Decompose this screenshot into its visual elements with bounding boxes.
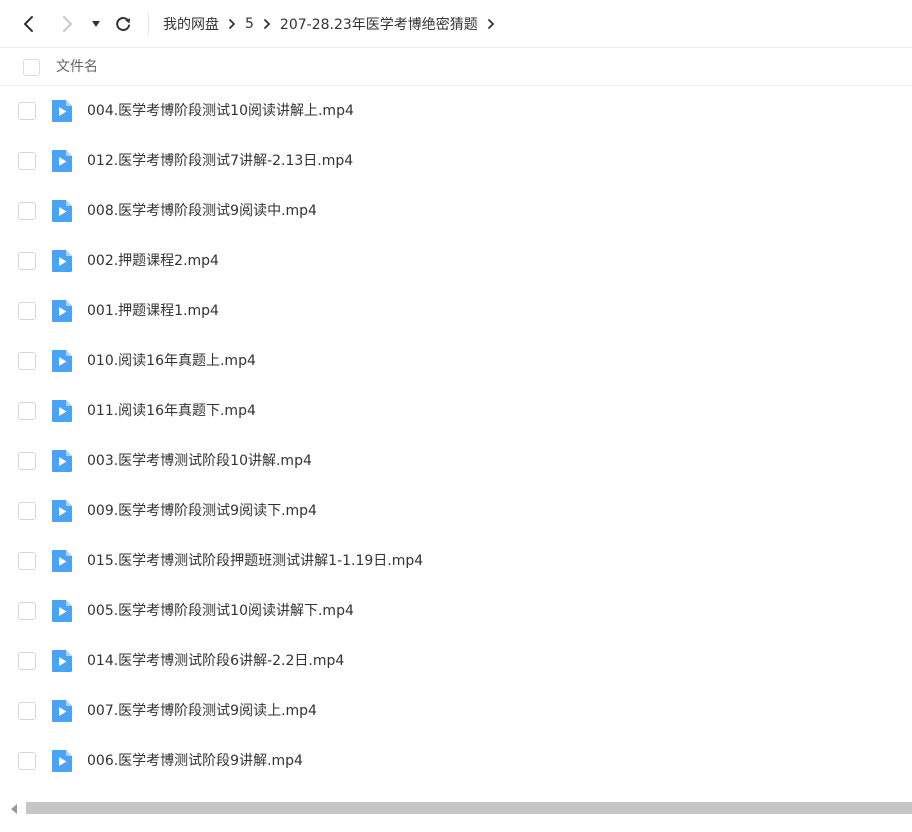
- video-file-icon: [52, 400, 72, 422]
- video-file-icon: [52, 600, 72, 622]
- file-checkbox[interactable]: [18, 502, 36, 520]
- file-name[interactable]: 005.医学考博阶段测试10阅读讲解下.mp4: [87, 586, 354, 636]
- video-file-icon: [52, 350, 72, 372]
- file-name[interactable]: 010.阅读16年真题上.mp4: [87, 336, 256, 386]
- video-file-icon: [52, 150, 72, 172]
- file-row[interactable]: 008.医学考博阶段测试9阅读中.mp4: [0, 186, 912, 236]
- refresh-icon: [116, 17, 131, 31]
- video-file-icon: [52, 300, 72, 322]
- file-manager-window: 我的网盘 5 207-28.23年医学考博绝密猜题 文件名 004.医学考博阶段…: [0, 0, 912, 832]
- video-file-icon: [52, 450, 72, 472]
- column-header-filename[interactable]: 文件名: [56, 48, 98, 86]
- file-name[interactable]: 008.医学考博阶段测试9阅读中.mp4: [87, 186, 317, 236]
- scroll-left-arrow[interactable]: [8, 802, 20, 816]
- file-checkbox[interactable]: [18, 152, 36, 170]
- file-row[interactable]: 012.医学考博阶段测试7讲解-2.13日.mp4: [0, 136, 912, 186]
- file-checkbox[interactable]: [18, 552, 36, 570]
- breadcrumb-item-folder-5[interactable]: 5: [245, 16, 254, 32]
- file-name[interactable]: 009.医学考博阶段测试9阅读下.mp4: [87, 486, 317, 536]
- chevron-left-icon: [24, 16, 33, 32]
- file-checkbox[interactable]: [18, 402, 36, 420]
- file-name[interactable]: 007.医学考博阶段测试9阅读上.mp4: [87, 686, 317, 736]
- video-file-icon: [52, 750, 72, 772]
- breadcrumb-item-current-folder[interactable]: 207-28.23年医学考博绝密猜题: [280, 14, 478, 34]
- file-name[interactable]: 014.医学考博测试阶段6讲解-2.2日.mp4: [87, 636, 344, 686]
- file-checkbox[interactable]: [18, 252, 36, 270]
- video-file-icon: [52, 500, 72, 522]
- file-row[interactable]: 001.押题课程1.mp4: [0, 286, 912, 336]
- caret-left-icon: [11, 804, 17, 814]
- video-file-icon: [52, 700, 72, 722]
- chevron-right-icon: [478, 14, 504, 34]
- file-checkbox[interactable]: [18, 752, 36, 770]
- video-file-icon: [52, 200, 72, 222]
- file-row[interactable]: 014.医学考博测试阶段6讲解-2.2日.mp4: [0, 636, 912, 686]
- file-name[interactable]: 001.押题课程1.mp4: [87, 286, 219, 336]
- file-checkbox[interactable]: [18, 452, 36, 470]
- file-name[interactable]: 015.医学考博测试阶段押题班测试讲解1-1.19日.mp4: [87, 536, 423, 586]
- horizontal-scrollbar[interactable]: [0, 798, 912, 818]
- file-checkbox[interactable]: [18, 202, 36, 220]
- video-file-icon: [52, 650, 72, 672]
- file-row[interactable]: 003.医学考博测试阶段10讲解.mp4: [0, 436, 912, 486]
- video-file-icon: [52, 550, 72, 572]
- video-file-icon: [52, 100, 72, 122]
- file-row[interactable]: 005.医学考博阶段测试10阅读讲解下.mp4: [0, 586, 912, 636]
- file-checkbox[interactable]: [18, 302, 36, 320]
- file-row[interactable]: 015.医学考博测试阶段押题班测试讲解1-1.19日.mp4: [0, 536, 912, 586]
- file-row[interactable]: 006.医学考博测试阶段9讲解.mp4: [0, 736, 912, 786]
- breadcrumb: 我的网盘 5 207-28.23年医学考博绝密猜题: [163, 0, 504, 48]
- select-all-checkbox[interactable]: [23, 59, 40, 76]
- file-checkbox[interactable]: [18, 652, 36, 670]
- list-header: 文件名: [0, 48, 912, 86]
- breadcrumb-item-root[interactable]: 我的网盘: [163, 14, 219, 34]
- file-name[interactable]: 012.医学考博阶段测试7讲解-2.13日.mp4: [87, 136, 353, 186]
- file-row[interactable]: 010.阅读16年真题上.mp4: [0, 336, 912, 386]
- history-dropdown-button[interactable]: [85, 12, 107, 36]
- file-checkbox[interactable]: [18, 352, 36, 370]
- refresh-button[interactable]: [111, 12, 135, 36]
- back-button[interactable]: [17, 12, 41, 36]
- file-row[interactable]: 007.医学考博阶段测试9阅读上.mp4: [0, 686, 912, 736]
- caret-down-icon: [92, 21, 100, 27]
- file-name[interactable]: 003.医学考博测试阶段10讲解.mp4: [87, 436, 312, 486]
- toolbar-divider: [148, 13, 149, 35]
- file-checkbox[interactable]: [18, 602, 36, 620]
- forward-button[interactable]: [55, 12, 79, 36]
- toolbar: 我的网盘 5 207-28.23年医学考博绝密猜题: [0, 0, 912, 48]
- file-name[interactable]: 002.押题课程2.mp4: [87, 236, 219, 286]
- file-checkbox[interactable]: [18, 702, 36, 720]
- file-name[interactable]: 011.阅读16年真题下.mp4: [87, 386, 256, 436]
- chevron-right-icon: [219, 14, 245, 34]
- file-list: 004.医学考博阶段测试10阅读讲解上.mp4 012.医学考博阶段测试7讲解-2…: [0, 86, 912, 786]
- file-row[interactable]: 002.押题课程2.mp4: [0, 236, 912, 286]
- file-checkbox[interactable]: [18, 102, 36, 120]
- file-row[interactable]: 011.阅读16年真题下.mp4: [0, 386, 912, 436]
- file-row[interactable]: 004.医学考博阶段测试10阅读讲解上.mp4: [0, 86, 912, 136]
- file-name[interactable]: 006.医学考博测试阶段9讲解.mp4: [87, 736, 303, 786]
- chevron-right-icon: [254, 14, 280, 34]
- scrollbar-thumb[interactable]: [26, 802, 912, 814]
- file-row[interactable]: 009.医学考博阶段测试9阅读下.mp4: [0, 486, 912, 536]
- file-name[interactable]: 004.医学考博阶段测试10阅读讲解上.mp4: [87, 86, 354, 136]
- video-file-icon: [52, 250, 72, 272]
- chevron-right-icon: [63, 16, 72, 32]
